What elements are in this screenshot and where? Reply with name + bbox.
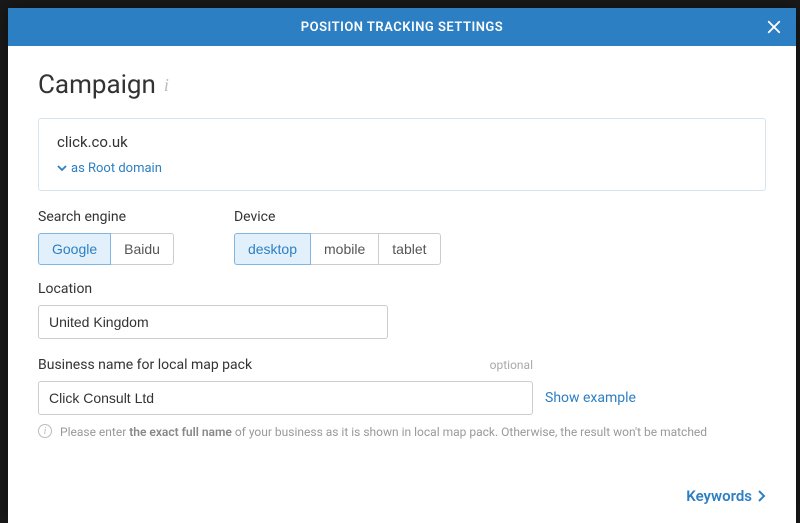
device-option-tablet[interactable]: tablet xyxy=(378,233,440,265)
device-option-mobile[interactable]: mobile xyxy=(310,233,379,265)
search-engine-option-baidu[interactable]: Baidu xyxy=(110,233,174,265)
business-name-hint: i Please enter the exact full name of yo… xyxy=(38,423,766,441)
modal-header: POSITION TRACKING SETTINGS xyxy=(8,8,796,46)
modal-title: POSITION TRACKING SETTINGS xyxy=(301,20,503,35)
next-step-label: Keywords xyxy=(686,487,752,505)
domain-type-dropdown[interactable]: as Root domain xyxy=(57,161,162,176)
chevron-right-icon xyxy=(758,490,766,502)
business-name-input[interactable] xyxy=(38,381,533,415)
device-label: Device xyxy=(234,209,441,225)
business-name-label: Business name for local map pack xyxy=(38,357,252,373)
chevron-down-icon xyxy=(57,161,67,176)
page-title-text: Campaign xyxy=(38,70,156,100)
close-button[interactable] xyxy=(762,15,786,39)
business-name-field: Business name for local map pack optiona… xyxy=(38,357,766,441)
optional-tag: optional xyxy=(490,358,533,372)
search-engine-group: Google Baidu xyxy=(38,233,174,265)
search-engine-label: Search engine xyxy=(38,209,174,225)
modal-footer: Keywords xyxy=(8,487,796,523)
domain-type-label: as Root domain xyxy=(71,161,162,176)
device-field: Device desktop mobile tablet xyxy=(234,209,441,265)
device-group: desktop mobile tablet xyxy=(234,233,441,265)
hint-text: Please enter the exact full name of your… xyxy=(60,423,707,441)
close-icon xyxy=(765,18,783,36)
next-step-keywords[interactable]: Keywords xyxy=(686,487,766,505)
campaign-domain-box: click.co.uk as Root domain xyxy=(38,118,766,191)
modal-body: Campaign i click.co.uk as Root domain Se… xyxy=(8,46,796,487)
page-title: Campaign i xyxy=(38,70,766,100)
show-example-link[interactable]: Show example xyxy=(545,390,636,406)
location-field: Location xyxy=(38,281,766,339)
device-option-desktop[interactable]: desktop xyxy=(234,233,311,265)
location-input[interactable] xyxy=(38,305,388,339)
settings-modal: POSITION TRACKING SETTINGS Campaign i cl… xyxy=(8,8,796,523)
info-icon[interactable]: i xyxy=(164,75,169,96)
search-engine-option-google[interactable]: Google xyxy=(38,233,111,265)
campaign-domain: click.co.uk xyxy=(57,133,747,151)
location-label: Location xyxy=(38,281,766,297)
info-icon: i xyxy=(38,424,52,438)
search-engine-field: Search engine Google Baidu xyxy=(38,209,174,265)
